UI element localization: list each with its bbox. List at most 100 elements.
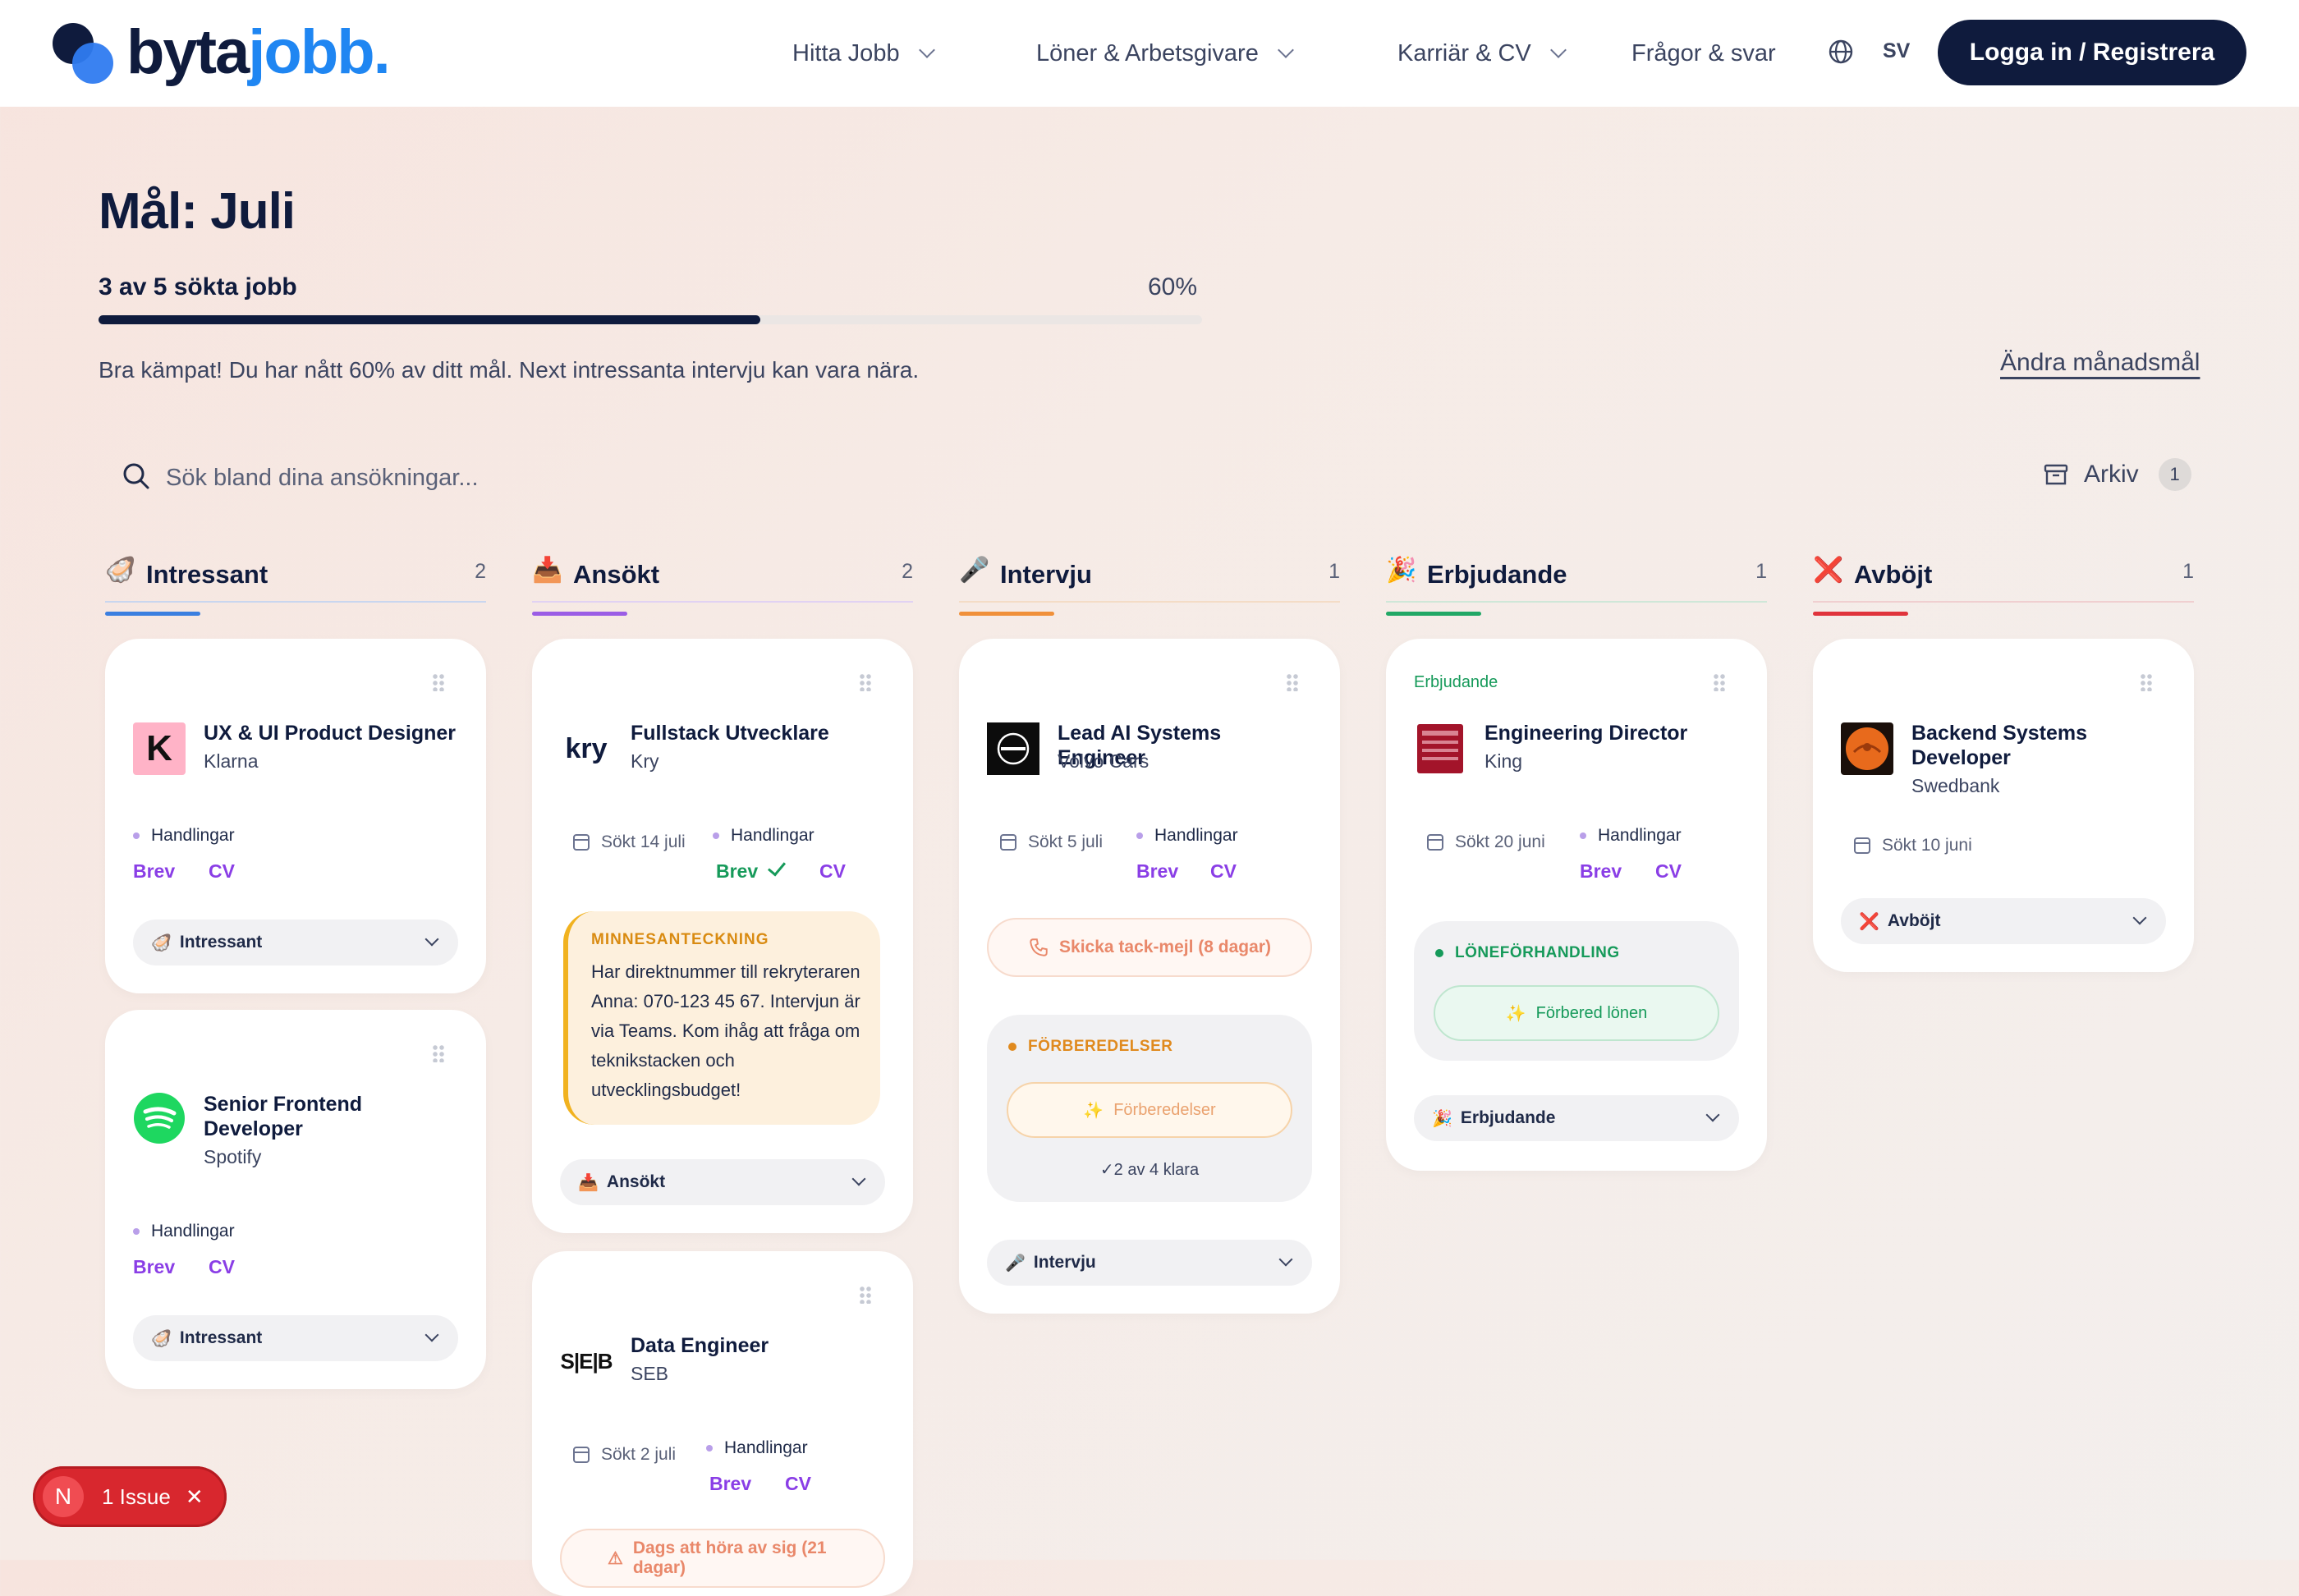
column-title: Erbjudande	[1427, 560, 1567, 589]
job-title[interactable]: Backend Systems Developer	[1911, 721, 2166, 770]
status-dropdown[interactable]: 🦪 Intressant	[133, 1315, 458, 1361]
cv-link[interactable]: CV	[1655, 860, 1682, 883]
column-count: 2	[902, 560, 913, 583]
goal-count: 3 av 5 sökta jobb	[99, 273, 297, 300]
salary-negotiation-label-text: LÖNEFÖRHANDLING	[1455, 944, 1620, 961]
letter-link[interactable]: Brev	[1580, 860, 1622, 883]
column-divider	[1813, 601, 2194, 603]
column-accent	[532, 612, 627, 616]
job-title[interactable]: Fullstack Utvecklare	[631, 721, 885, 745]
status-dropdown[interactable]: 🎤 Intervju	[987, 1240, 1312, 1286]
column-avbojt-header: ❌ Avböjt 1	[1813, 550, 2194, 616]
letter-link[interactable]: Brev	[133, 860, 175, 883]
swedbank-logo	[1841, 722, 1893, 775]
memo-note[interactable]: MINNESANTECKNING Har direktnummer till r…	[563, 911, 880, 1125]
nav-label: Karriär & CV	[1397, 39, 1531, 66]
job-card-volvo[interactable]: Lead AI Systems Engineer Volvo Cars Sökt…	[959, 639, 1340, 1314]
nav-label: Hitta Jobb	[792, 39, 900, 66]
applied-date-text: Sökt 2 juli	[601, 1445, 677, 1464]
prepare-salary-button[interactable]: ✨ Förbered lönen	[1434, 985, 1719, 1041]
job-title[interactable]: Senior Frontend Developer	[204, 1092, 458, 1141]
applied-date: Sökt 10 juni	[1854, 836, 1972, 855]
oyster-icon: 🦪	[151, 933, 172, 952]
letter-link[interactable]: Brev	[1136, 860, 1178, 883]
drag-handle-icon[interactable]	[1286, 673, 1299, 691]
job-card-spotify[interactable]: Senior Frontend Developer Spotify Handli…	[105, 1010, 486, 1389]
drag-handle-icon[interactable]	[2140, 673, 2153, 691]
chevron-down-icon	[424, 1328, 439, 1342]
login-register-button[interactable]: Logga in / Registrera	[1938, 20, 2246, 85]
column-count: 1	[1755, 560, 1767, 583]
follow-up-reminder[interactable]: ⚠ Dags att höra av sig (21 dagar)	[560, 1529, 885, 1588]
archive-count-badge: 1	[2158, 458, 2191, 491]
calendar-icon	[573, 834, 590, 851]
job-title[interactable]: Data Engineer	[631, 1333, 885, 1358]
column-title: Intervju	[1000, 560, 1092, 589]
drag-handle-icon[interactable]	[859, 1286, 872, 1304]
nav-karriar-cv[interactable]: Karriär & CV	[1397, 0, 1567, 107]
job-card-king[interactable]: Erbjudande Engineering Director King Sök…	[1386, 639, 1767, 1171]
status-dropdown[interactable]: 🎉 Erbjudande	[1414, 1095, 1739, 1141]
site-logo[interactable]: bytajobb.	[51, 17, 391, 87]
party-popper-icon: 🎉	[1432, 1109, 1452, 1128]
issue-toast[interactable]: N 1 Issue ✕	[33, 1466, 227, 1527]
job-card-klarna[interactable]: K UX & UI Product Designer Klarna Handli…	[105, 639, 486, 993]
job-title[interactable]: UX & UI Product Designer	[204, 721, 458, 745]
column-count: 1	[1328, 560, 1340, 583]
job-card-swedbank[interactable]: Backend Systems Developer Swedbank Sökt …	[1813, 639, 2194, 972]
applied-date-text: Sökt 20 juni	[1455, 832, 1545, 851]
goal-progress-bar	[99, 315, 1202, 324]
cross-mark-icon: ❌	[1859, 912, 1879, 931]
status-dropdown[interactable]: ❌ Avböjt	[1841, 898, 2166, 944]
calendar-icon	[1427, 834, 1443, 851]
status-value: Ansökt	[606, 1172, 666, 1191]
language-selector[interactable]: SV	[1883, 39, 1910, 63]
cv-link[interactable]: CV	[819, 860, 846, 883]
cv-link[interactable]: CV	[209, 860, 235, 883]
drag-handle-icon[interactable]	[432, 673, 445, 691]
cross-mark-icon: ❌	[1813, 557, 1844, 584]
nav-hitta-jobb[interactable]: Hitta Jobb	[792, 0, 935, 107]
globe-icon[interactable]	[1828, 39, 1854, 65]
archive-label: Arkiv	[2084, 461, 2139, 488]
preparation-progress: ✓2 av 4 klara	[1099, 1161, 1200, 1179]
reminder-text: Dags att höra av sig (21 dagar)	[632, 1539, 827, 1577]
nav-label: Löner & Arbetsgivare	[1036, 39, 1259, 66]
chevron-down-icon	[918, 42, 935, 58]
nav-fragor-svar[interactable]: Frågor & svar	[1631, 0, 1776, 107]
letter-link[interactable]: Brev	[709, 1473, 751, 1495]
close-icon[interactable]: ✕	[186, 1484, 204, 1510]
logo-text-part1: byta	[126, 17, 250, 87]
column-erbjudande-header: 🎉 Erbjudande 1	[1386, 550, 1767, 616]
drag-handle-icon[interactable]	[859, 673, 872, 691]
preparation-button[interactable]: ✨ Förberedelser	[1007, 1082, 1292, 1138]
king-logo	[1417, 724, 1463, 773]
drag-handle-icon[interactable]	[432, 1044, 445, 1062]
volvo-logo	[987, 722, 1039, 775]
letter-link[interactable]: Brev	[133, 1256, 175, 1278]
logo-mark-icon	[51, 20, 117, 85]
nav-loner-arbetsgivare[interactable]: Löner & Arbetsgivare	[1036, 0, 1294, 107]
sparkles-icon: ✨	[1083, 1101, 1104, 1120]
memo-text: Har direktnummer till rekryteraren Anna:…	[591, 961, 860, 1100]
actions-label: Handlingar	[713, 826, 815, 846]
salary-negotiation-panel: LÖNEFÖRHANDLING ✨ Förbered lönen	[1414, 921, 1739, 1061]
search-applications-input[interactable]	[164, 460, 903, 496]
job-card-kry[interactable]: kry Fullstack Utvecklare Kry Sökt 14 jul…	[532, 639, 913, 1233]
drag-handle-icon[interactable]	[1713, 673, 1726, 691]
status-dropdown[interactable]: 🦪 Intressant	[133, 920, 458, 965]
column-divider	[105, 601, 486, 603]
job-card-seb[interactable]: S|E|B Data Engineer SEB Sökt 2 juli Hand…	[532, 1251, 913, 1596]
salary-negotiation-label: LÖNEFÖRHANDLING	[1435, 944, 1620, 962]
thank-you-email-reminder[interactable]: Skicka tack-mejl (8 dagar)	[987, 918, 1312, 977]
column-ansokt-header: 📥 Ansökt 2	[532, 550, 913, 616]
cv-link[interactable]: CV	[785, 1473, 811, 1495]
job-title[interactable]: Engineering Director	[1484, 721, 1739, 745]
cv-link[interactable]: CV	[1210, 860, 1237, 883]
archive-button[interactable]: Arkiv 1	[2043, 458, 2191, 491]
letter-link[interactable]: Brev	[716, 860, 758, 883]
status-dropdown[interactable]: 📥 Ansökt	[560, 1159, 885, 1205]
column-accent	[1813, 612, 1908, 616]
change-monthly-goal-link[interactable]: Ändra månadsmål	[2000, 349, 2200, 377]
cv-link[interactable]: CV	[209, 1256, 235, 1278]
